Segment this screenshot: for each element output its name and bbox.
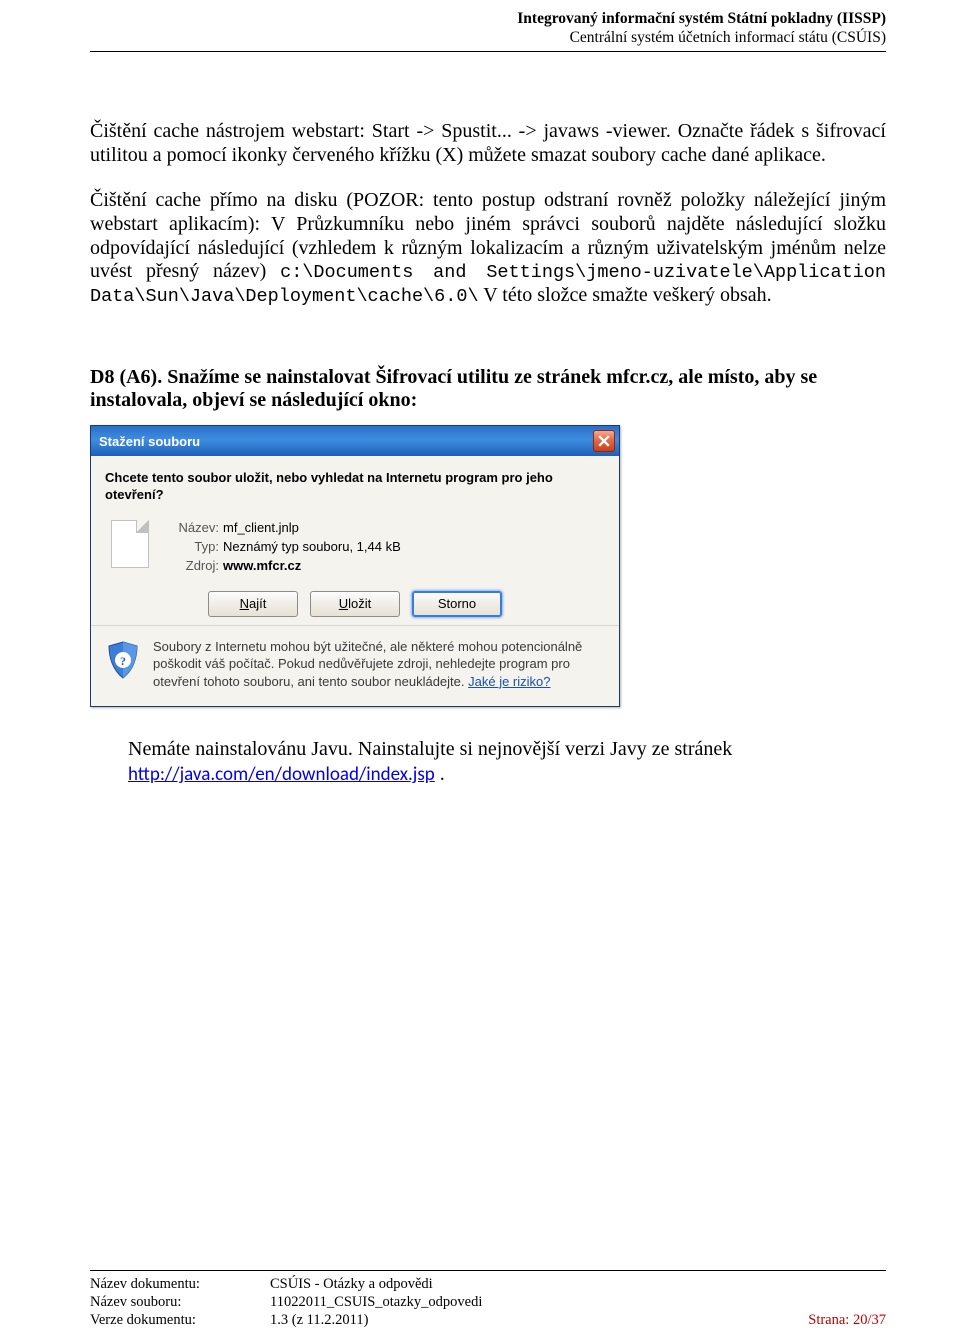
header-line1: Integrovaný informační systém Státní pok…	[90, 10, 886, 29]
save-post: ložit	[348, 596, 371, 611]
paragraph-1: Čištění cache nástrojem webstart: Start …	[90, 120, 886, 167]
dialog-titlebar: Stažení souboru	[91, 426, 619, 456]
cancel-button[interactable]: Storno	[412, 591, 502, 617]
value-type: Neznámý typ souboru, 1,44 kB	[223, 539, 401, 554]
footer-version-label: Verze dokumentu:	[90, 1311, 270, 1329]
para2-text-b: V této složce smažte veškerý obsah.	[479, 284, 772, 306]
shield-icon: ?	[105, 640, 141, 680]
save-ul: U	[339, 596, 348, 611]
footer-doc-name-label: Název dokumentu:	[90, 1275, 270, 1293]
file-details: Název: mf_client.jnlp Typ: Neznámý typ s…	[159, 518, 401, 573]
download-dialog: Stažení souboru Chcete tento soubor ulož…	[90, 425, 620, 707]
page-footer: Název dokumentu: CSÚIS - Otázky a odpově…	[90, 1270, 886, 1329]
page-number: Strana: 20/37	[808, 1311, 886, 1329]
body-content: Čištění cache nástrojem webstart: Start …	[90, 120, 886, 308]
dialog-prompt: Chcete tento soubor uložit, nebo vyhleda…	[105, 470, 605, 504]
header-rule	[90, 51, 886, 52]
footer-file-name-value: 11022011_CSUIS_otazky_odpovedi	[270, 1293, 808, 1311]
dialog-info-text: Soubory z Internetu mohou být užitečné, …	[153, 638, 605, 691]
label-name: Název:	[159, 520, 219, 535]
dialog-button-row: Najít Uložit Storno	[105, 591, 605, 617]
footer-version-value: 1.3 (z 11.2.2011)	[270, 1311, 808, 1329]
find-ul: N	[240, 596, 249, 611]
section-heading-d8: D8 (A6). Snažíme se nainstalovat Šifrova…	[90, 366, 886, 413]
footer-file-name-label: Název souboru:	[90, 1293, 270, 1311]
java-download-link[interactable]: http://java.com/en/download/index.jsp	[128, 763, 435, 786]
answer-text-a: Nemáte nainstalovánu Javu. Nainstalujte …	[128, 738, 732, 760]
value-name: mf_client.jnlp	[223, 520, 401, 535]
value-source: www.mfcr.cz	[223, 558, 401, 573]
dialog-separator	[91, 625, 619, 626]
svg-text:?: ?	[120, 654, 126, 668]
answer-paragraph: Nemáte nainstalovánu Javu. Nainstalujte …	[90, 737, 886, 786]
save-button[interactable]: Uložit	[310, 591, 400, 617]
header-line2: Centrální systém účetních informací stát…	[90, 29, 886, 48]
close-icon	[598, 435, 610, 447]
dialog-title: Stažení souboru	[99, 434, 593, 449]
risk-link[interactable]: Jaké je riziko?	[468, 674, 550, 689]
answer-text-b: .	[435, 763, 445, 785]
find-button[interactable]: Najít	[208, 591, 298, 617]
file-icon	[111, 520, 149, 568]
label-type: Typ:	[159, 539, 219, 554]
page-header: Integrovaný informační systém Státní pok…	[90, 10, 886, 47]
paragraph-2: Čištění cache přímo na disku (POZOR: ten…	[90, 189, 886, 307]
footer-rule	[90, 1270, 886, 1271]
dialog-body: Chcete tento soubor uložit, nebo vyhleda…	[91, 456, 619, 706]
find-post: ajít	[249, 596, 266, 611]
footer-doc-name-value: CSÚIS - Otázky a odpovědi	[270, 1275, 808, 1293]
close-button[interactable]	[593, 430, 615, 452]
file-info-row: Název: mf_client.jnlp Typ: Neznámý typ s…	[105, 518, 605, 573]
dialog-info-row: ? Soubory z Internetu mohou být užitečné…	[105, 638, 605, 691]
label-source: Zdroj:	[159, 558, 219, 573]
